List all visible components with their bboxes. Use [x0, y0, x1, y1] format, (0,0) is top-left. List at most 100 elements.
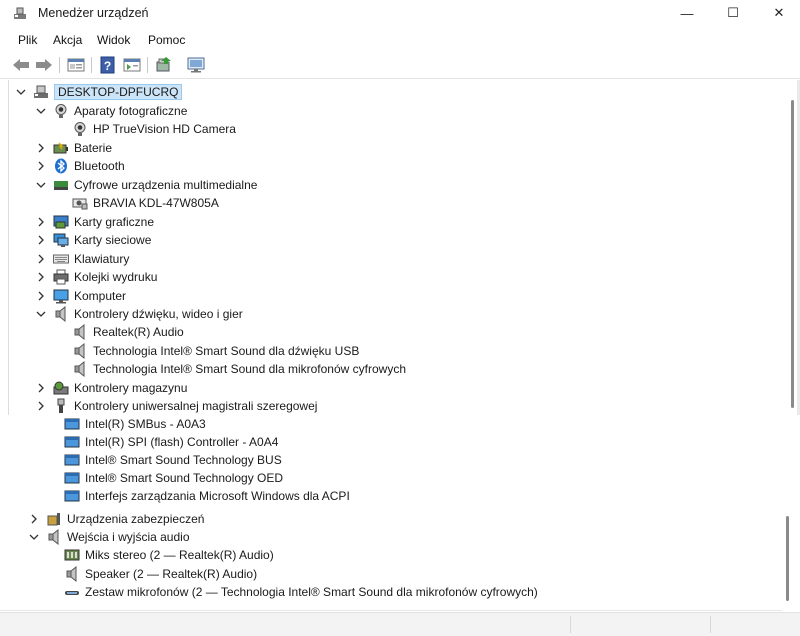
close-button[interactable]: ✕: [756, 0, 800, 26]
device-item[interactable]: Intel(R) SPI (flash) Controller - A0A4: [64, 433, 278, 451]
category-label: Karty graficzne: [74, 215, 155, 229]
camera-icon: [72, 121, 88, 137]
computer-root-icon: [33, 84, 49, 100]
status-segment: [570, 616, 571, 633]
back-button[interactable]: [11, 55, 31, 75]
device-item[interactable]: Intel(R) SMBus - A0A3: [64, 415, 206, 433]
category-label: Aparaty fotograficzne: [74, 104, 188, 118]
vertical-scrollbar[interactable]: [782, 512, 794, 610]
speaker-icon: [53, 306, 69, 322]
maximize-button[interactable]: ☐: [710, 0, 756, 26]
help-button[interactable]: ?: [98, 55, 118, 75]
device-label: HP TrueVision HD Camera: [93, 122, 236, 136]
menu-view[interactable]: Widok: [97, 33, 130, 47]
usb-icon: [53, 398, 69, 414]
device-item[interactable]: HP TrueVision HD Camera: [72, 120, 236, 138]
system-device-icon: [64, 434, 80, 450]
system-device-icon: [64, 452, 80, 468]
chevron-right-icon[interactable]: [35, 271, 47, 283]
speaker-icon: [64, 566, 80, 582]
update-driver-button[interactable]: [153, 55, 173, 75]
category-cameras[interactable]: Aparaty fotograficzne: [35, 102, 187, 120]
chevron-right-icon[interactable]: [35, 142, 47, 154]
device-item[interactable]: Speaker (2 — Realtek(R) Audio): [64, 565, 257, 583]
category-storage-controllers[interactable]: Kontrolery magazynu: [35, 379, 187, 397]
device-item[interactable]: Intel® Smart Sound Technology OED: [64, 469, 283, 487]
vertical-scrollbar[interactable]: [788, 100, 796, 410]
scan-hardware-icon: [187, 57, 205, 73]
chevron-right-icon[interactable]: [35, 253, 47, 265]
device-item[interactable]: Intel® Smart Sound Technology BUS: [64, 451, 282, 469]
chevron-right-icon[interactable]: [35, 234, 47, 246]
device-item[interactable]: Interfejs zarządzania Microsoft Windows …: [64, 487, 350, 505]
category-label: Kontrolery uniwersalnej magistrali szere…: [74, 399, 318, 413]
category-usb-controllers[interactable]: Kontrolery uniwersalnej magistrali szere…: [35, 397, 317, 415]
toolbar: ?: [0, 52, 800, 79]
chevron-right-icon[interactable]: [35, 382, 47, 394]
keyboard-icon: [53, 251, 69, 267]
chevron-right-icon[interactable]: [35, 160, 47, 172]
chevron-right-icon[interactable]: [35, 290, 47, 302]
category-keyboards[interactable]: Klawiatury: [35, 250, 129, 268]
menu-file[interactable]: Plik: [18, 33, 37, 47]
category-computer[interactable]: Komputer: [35, 287, 126, 305]
speaker-icon: [72, 361, 88, 377]
system-device-icon: [64, 416, 80, 432]
tv-device-icon: [72, 195, 88, 211]
chevron-down-icon[interactable]: [35, 308, 47, 320]
category-label: Klawiatury: [74, 252, 130, 266]
device-item[interactable]: Realtek(R) Audio: [72, 323, 184, 341]
update-driver-icon: [156, 57, 171, 72]
forward-button[interactable]: [34, 55, 54, 75]
camera-icon: [53, 103, 69, 119]
device-item[interactable]: Miks stereo (2 — Realtek(R) Audio): [64, 546, 274, 564]
category-display-adapters[interactable]: Karty graficzne: [35, 213, 154, 231]
scrollbar-thumb[interactable]: [791, 100, 794, 408]
scrollbar-thumb[interactable]: [786, 516, 789, 601]
device-manager-app-icon: [12, 5, 28, 21]
category-audio-io[interactable]: Wejścia i wyjścia audio: [28, 528, 190, 546]
device-item[interactable]: BRAVIA KDL-47W805A: [72, 194, 219, 212]
chevron-right-icon[interactable]: [35, 216, 47, 228]
category-sound-controllers[interactable]: Kontrolery dźwięku, wideo i gier: [35, 305, 243, 323]
properties-button[interactable]: [66, 55, 86, 75]
chevron-right-icon[interactable]: [28, 513, 40, 525]
help-icon: ?: [100, 56, 115, 74]
tree-root[interactable]: DESKTOP-DPFUCRQ: [15, 83, 183, 101]
status-segment: [710, 616, 711, 633]
chevron-down-icon[interactable]: [15, 86, 27, 98]
show-hidden-button[interactable]: [122, 55, 142, 75]
system-device-icon: [64, 470, 80, 486]
device-label: Speaker (2 — Realtek(R) Audio): [85, 567, 258, 581]
category-label: Cyfrowe urządzenia multimedialne: [74, 178, 258, 192]
properties-icon: [67, 58, 85, 72]
device-item[interactable]: Technologia Intel® Smart Sound dla dźwię…: [72, 342, 359, 360]
minimize-button[interactable]: —: [664, 0, 710, 26]
category-bluetooth[interactable]: Bluetooth: [35, 157, 125, 175]
category-network-adapters[interactable]: Karty sieciowe: [35, 231, 151, 249]
chevron-down-icon[interactable]: [28, 531, 40, 543]
device-item[interactable]: Zestaw mikrofonów (2 — Technologia Intel…: [64, 583, 538, 601]
category-label: Baterie: [74, 141, 113, 155]
battery-icon: [53, 140, 69, 156]
menu-help[interactable]: Pomoc: [148, 33, 185, 47]
svg-text:?: ?: [104, 59, 111, 73]
system-devices-list[interactable]: Intel(R) SMBus - A0A3 Intel(R) SPI (flas…: [0, 415, 778, 512]
device-label: Technologia Intel® Smart Sound dla dźwię…: [93, 344, 360, 358]
device-tree[interactable]: DESKTOP-DPFUCRQ Aparaty fotograficzne HP…: [8, 80, 787, 415]
speaker-icon: [46, 529, 62, 545]
category-security-devices[interactable]: Urządzenia zabezpieczeń: [28, 510, 204, 528]
computer-icon: [53, 288, 69, 304]
category-label: Kontrolery dźwięku, wideo i gier: [74, 307, 243, 321]
audio-io-section[interactable]: Urządzenia zabezpieczeń Wejścia i wyjści…: [0, 512, 782, 611]
device-item[interactable]: Technologia Intel® Smart Sound dla mikro…: [72, 360, 406, 378]
category-digital-media[interactable]: Cyfrowe urządzenia multimedialne: [35, 176, 257, 194]
scan-hardware-button[interactable]: [186, 55, 206, 75]
chevron-down-icon[interactable]: [35, 105, 47, 117]
chevron-right-icon[interactable]: [35, 400, 47, 412]
menu-action[interactable]: Akcja: [53, 33, 82, 47]
category-batteries[interactable]: Baterie: [35, 139, 112, 157]
chevron-down-icon[interactable]: [35, 179, 47, 191]
category-print-queues[interactable]: Kolejki wydruku: [35, 268, 157, 286]
device-label: Miks stereo (2 — Realtek(R) Audio): [85, 548, 274, 562]
